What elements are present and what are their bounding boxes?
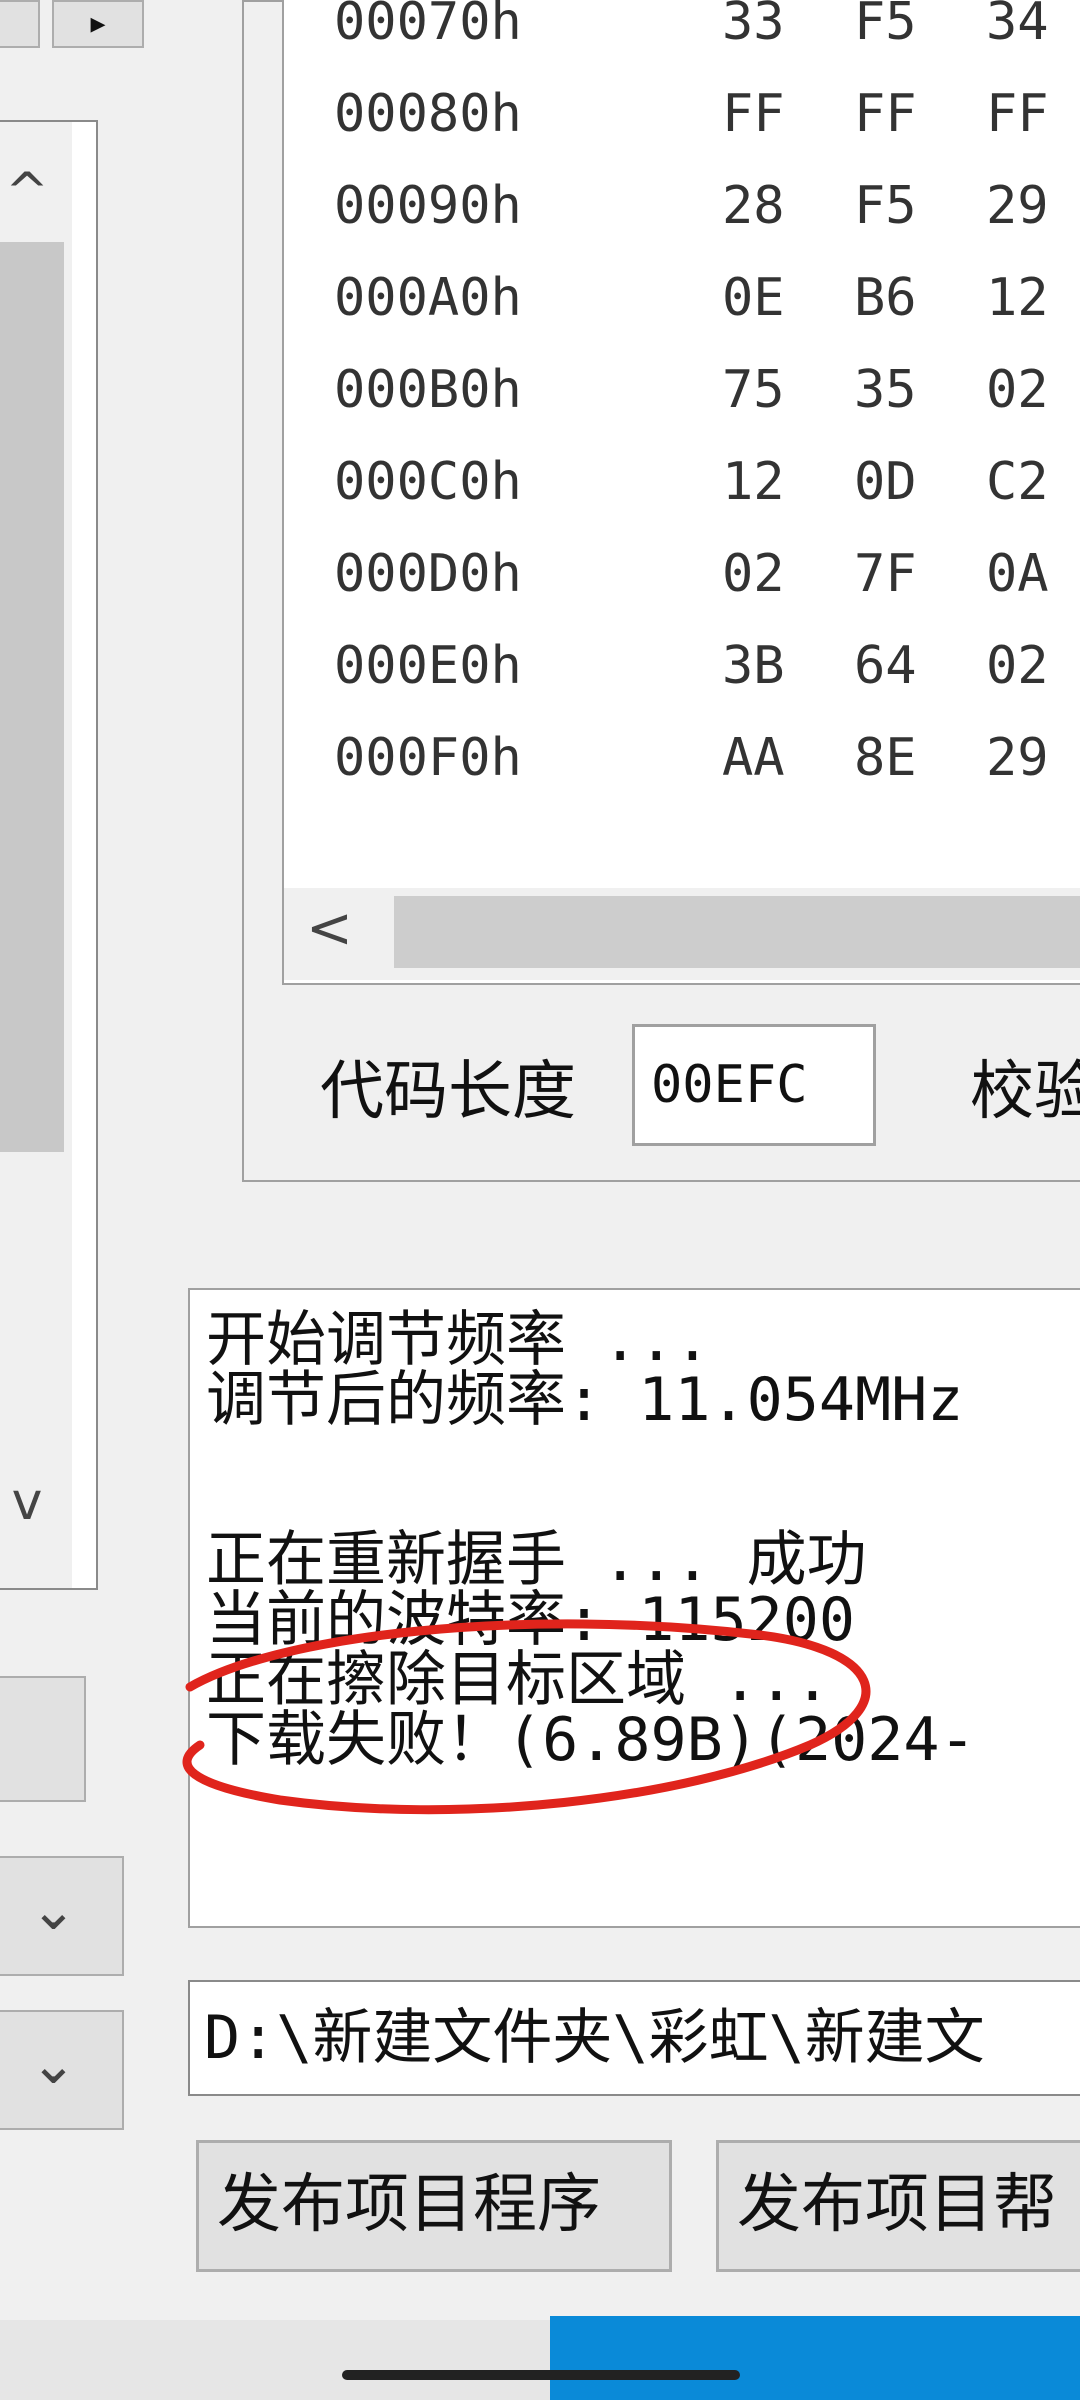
hex-byte: 0A: [986, 544, 1049, 604]
hex-byte: AA: [722, 728, 785, 788]
combo-box-2[interactable]: ⌄: [0, 2010, 124, 2130]
hex-row: 00090h 28 F5 29: [334, 176, 1080, 256]
hex-viewer[interactable]: 00070h 33 F5 34 00080h FF FF FF 00090h 28 F5 29 000A…: [282, 0, 1080, 985]
scroll-up-icon[interactable]: ^: [0, 162, 62, 222]
publish-program-button[interactable]: 发布项目程序: [196, 2140, 672, 2272]
side-button[interactable]: [0, 1676, 86, 1802]
hex-byte: FF: [986, 84, 1049, 144]
hex-byte: 64: [854, 636, 917, 696]
hex-address: 000A0h: [334, 268, 522, 328]
hex-byte: 34: [986, 0, 1049, 52]
hex-row: 000E0h 3B 64 02: [334, 636, 1080, 716]
log-line: 调节后的频率: 11.054MHz: [206, 1365, 964, 1435]
hex-row: 000D0h 02 7F 0A: [334, 544, 1080, 624]
hex-byte: 12: [722, 452, 785, 512]
hex-row: 000B0h 75 35 02: [334, 360, 1080, 440]
hex-byte: C2: [986, 452, 1049, 512]
taskbar-active-item[interactable]: [550, 2316, 1080, 2400]
hex-row: 00070h 33 F5 34: [334, 0, 1080, 72]
hex-byte: 75: [722, 360, 785, 420]
chevron-down-icon: ⌄: [30, 2032, 77, 2097]
hex-byte: 7F: [854, 544, 917, 604]
hex-address: 00070h: [334, 0, 522, 52]
scroll-down-icon[interactable]: v: [0, 1472, 62, 1532]
hex-byte: 02: [722, 544, 785, 604]
hex-address: 000B0h: [334, 360, 522, 420]
right-arrow-icon: ▸: [90, 6, 106, 41]
scroll-left-button[interactable]: [0, 0, 40, 48]
scrollbar-thumb[interactable]: [0, 242, 64, 1152]
hex-byte: 0D: [854, 452, 917, 512]
hex-byte: 3B: [722, 636, 785, 696]
checksum-label: 校验: [970, 1055, 1080, 1129]
scroll-right-button[interactable]: ▸: [52, 0, 144, 48]
hex-byte: 29: [986, 728, 1049, 788]
annotation-circle: [182, 1619, 871, 1815]
hex-byte: 8E: [854, 728, 917, 788]
combo-box-1[interactable]: ⌄: [0, 1856, 124, 1976]
hex-byte: 29: [986, 176, 1049, 236]
code-length-label: 代码长度: [320, 1055, 576, 1129]
scroll-left-icon[interactable]: <: [306, 896, 353, 961]
hex-address: 00080h: [334, 84, 522, 144]
hex-byte: 33: [722, 0, 785, 52]
hex-address: 000D0h: [334, 544, 522, 604]
home-indicator[interactable]: [342, 2370, 740, 2380]
chevron-down-icon: ⌄: [30, 1878, 77, 1943]
hex-row: 000C0h 12 0D C2: [334, 452, 1080, 532]
hex-address: 00090h: [334, 176, 522, 236]
hex-byte: FF: [722, 84, 785, 144]
hex-byte: B6: [854, 268, 917, 328]
hscroll-thumb[interactable]: [394, 896, 1080, 968]
hex-row: 00080h FF FF FF: [334, 84, 1080, 164]
hex-row: 000A0h 0E B6 12: [334, 268, 1080, 348]
hex-byte: 12: [986, 268, 1049, 328]
hex-byte: 28: [722, 176, 785, 236]
horizontal-scrollbar[interactable]: <: [284, 888, 1080, 980]
hex-row: 000F0h AA 8E 29: [334, 728, 1080, 808]
hex-byte: 0E: [722, 268, 785, 328]
hex-byte: 02: [986, 360, 1049, 420]
log-line: 正在重新握手 ... 成功: [206, 1525, 867, 1595]
hex-byte: FF: [854, 84, 917, 144]
publish-help-button[interactable]: 发布项目帮: [716, 2140, 1080, 2272]
log-line: 开始调节频率 ...: [206, 1305, 711, 1375]
hex-byte: F5: [854, 176, 917, 236]
hex-byte: F5: [854, 0, 917, 52]
hex-address: 000E0h: [334, 636, 522, 696]
hex-address: 000F0h: [334, 728, 522, 788]
hex-address: 000C0h: [334, 452, 522, 512]
file-list-panel[interactable]: ^ v: [0, 120, 98, 1590]
hex-byte: 02: [986, 636, 1049, 696]
code-length-field[interactable]: 00EFC: [632, 1024, 876, 1146]
file-path-field[interactable]: D:\新建文件夹\彩虹\新建文: [188, 1980, 1080, 2096]
hex-byte: 35: [854, 360, 917, 420]
vertical-scrollbar[interactable]: ^ v: [0, 122, 72, 1588]
